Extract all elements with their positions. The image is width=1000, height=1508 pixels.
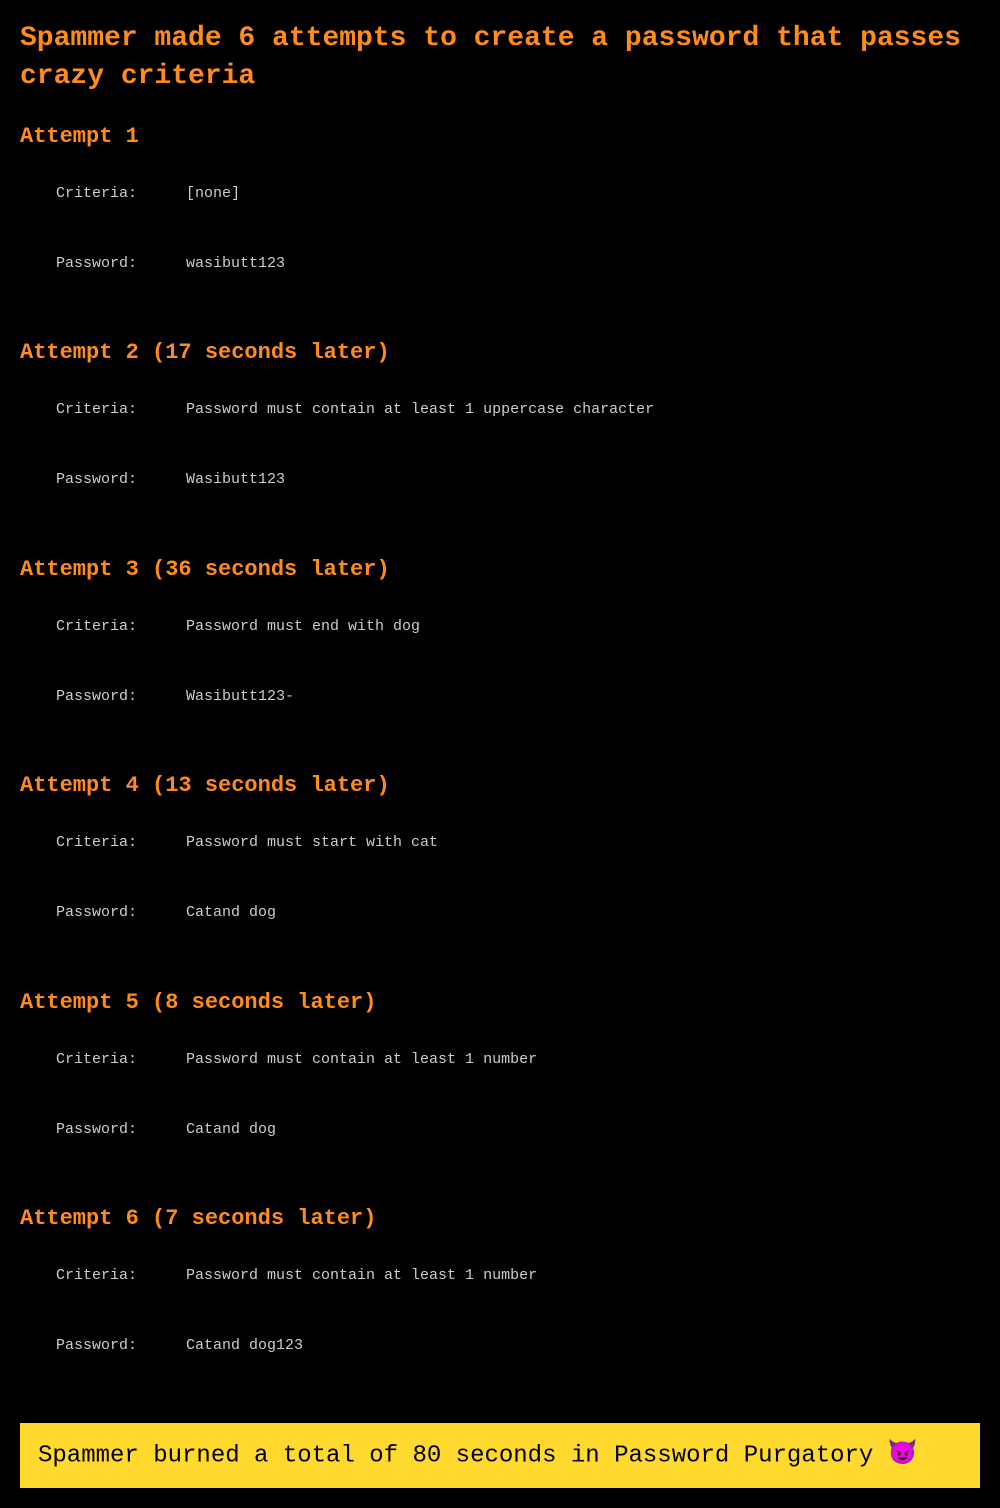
page-title: Spammer made 6 attempts to create a pass… — [20, 20, 980, 96]
attempt-block: Attempt 5 (8 seconds later) Criteria:Pas… — [20, 990, 980, 1165]
criteria-value: Password must contain at least 1 number — [186, 1048, 537, 1071]
criteria-label: Criteria: — [56, 1048, 186, 1071]
criteria-row: Criteria:Password must end with dog — [20, 592, 980, 662]
criteria-row: Criteria:Password must start with cat — [20, 808, 980, 878]
password-value: Catand dog — [186, 901, 276, 924]
criteria-label: Criteria: — [56, 398, 186, 421]
password-label: Password: — [56, 1334, 186, 1357]
attempt-heading: Attempt 4 (13 seconds later) — [20, 773, 980, 798]
password-value: Catand dog123 — [186, 1334, 303, 1357]
attempt-block: Attempt 4 (13 seconds later) Criteria:Pa… — [20, 773, 980, 948]
password-row: Password:Catand dog — [20, 878, 980, 948]
criteria-value: Password must contain at least 1 number — [186, 1264, 537, 1287]
attempt-block: Attempt 6 (7 seconds later) Criteria:Pas… — [20, 1206, 980, 1381]
password-value: Wasibutt123- — [186, 685, 294, 708]
attempt-heading: Attempt 6 (7 seconds later) — [20, 1206, 980, 1231]
password-value: Wasibutt123 — [186, 468, 285, 491]
criteria-value: Password must end with dog — [186, 615, 420, 638]
password-value: wasibutt123 — [186, 252, 285, 275]
attempt-block: Attempt 3 (36 seconds later) Criteria:Pa… — [20, 557, 980, 732]
password-value: Catand dog — [186, 1118, 276, 1141]
criteria-label: Criteria: — [56, 615, 186, 638]
criteria-row: Criteria:[none] — [20, 159, 980, 229]
attempt-heading: Attempt 3 (36 seconds later) — [20, 557, 980, 582]
attempt-heading: Attempt 2 (17 seconds later) — [20, 340, 980, 365]
summary-box: Spammer burned a total of 80 seconds in … — [20, 1423, 980, 1488]
attempt-heading: Attempt 1 — [20, 124, 980, 149]
password-row: Password:Catand dog — [20, 1094, 980, 1164]
attempt-block: Attempt 1 Criteria:[none] Password:wasib… — [20, 124, 980, 299]
password-label: Password: — [56, 901, 186, 924]
criteria-value: Password must start with cat — [186, 831, 438, 854]
criteria-row: Criteria:Password must contain at least … — [20, 1241, 980, 1311]
devil-emoji: 😈 — [888, 1441, 918, 1468]
password-row: Password:Wasibutt123 — [20, 445, 980, 515]
password-row: Password:Wasibutt123- — [20, 661, 980, 731]
password-row: Password:wasibutt123 — [20, 228, 980, 298]
criteria-label: Criteria: — [56, 1264, 186, 1287]
password-label: Password: — [56, 468, 186, 491]
password-label: Password: — [56, 685, 186, 708]
criteria-value: [none] — [186, 182, 240, 205]
summary-text: Spammer burned a total of 80 seconds in … — [38, 1442, 888, 1469]
attempt-heading: Attempt 5 (8 seconds later) — [20, 990, 980, 1015]
password-label: Password: — [56, 252, 186, 275]
attempt-block: Attempt 2 (17 seconds later) Criteria:Pa… — [20, 340, 980, 515]
criteria-row: Criteria:Password must contain at least … — [20, 1025, 980, 1095]
criteria-label: Criteria: — [56, 831, 186, 854]
password-label: Password: — [56, 1118, 186, 1141]
criteria-label: Criteria: — [56, 182, 186, 205]
criteria-row: Criteria:Password must contain at least … — [20, 375, 980, 445]
password-row: Password:Catand dog123 — [20, 1311, 980, 1381]
criteria-value: Password must contain at least 1 upperca… — [186, 398, 654, 421]
